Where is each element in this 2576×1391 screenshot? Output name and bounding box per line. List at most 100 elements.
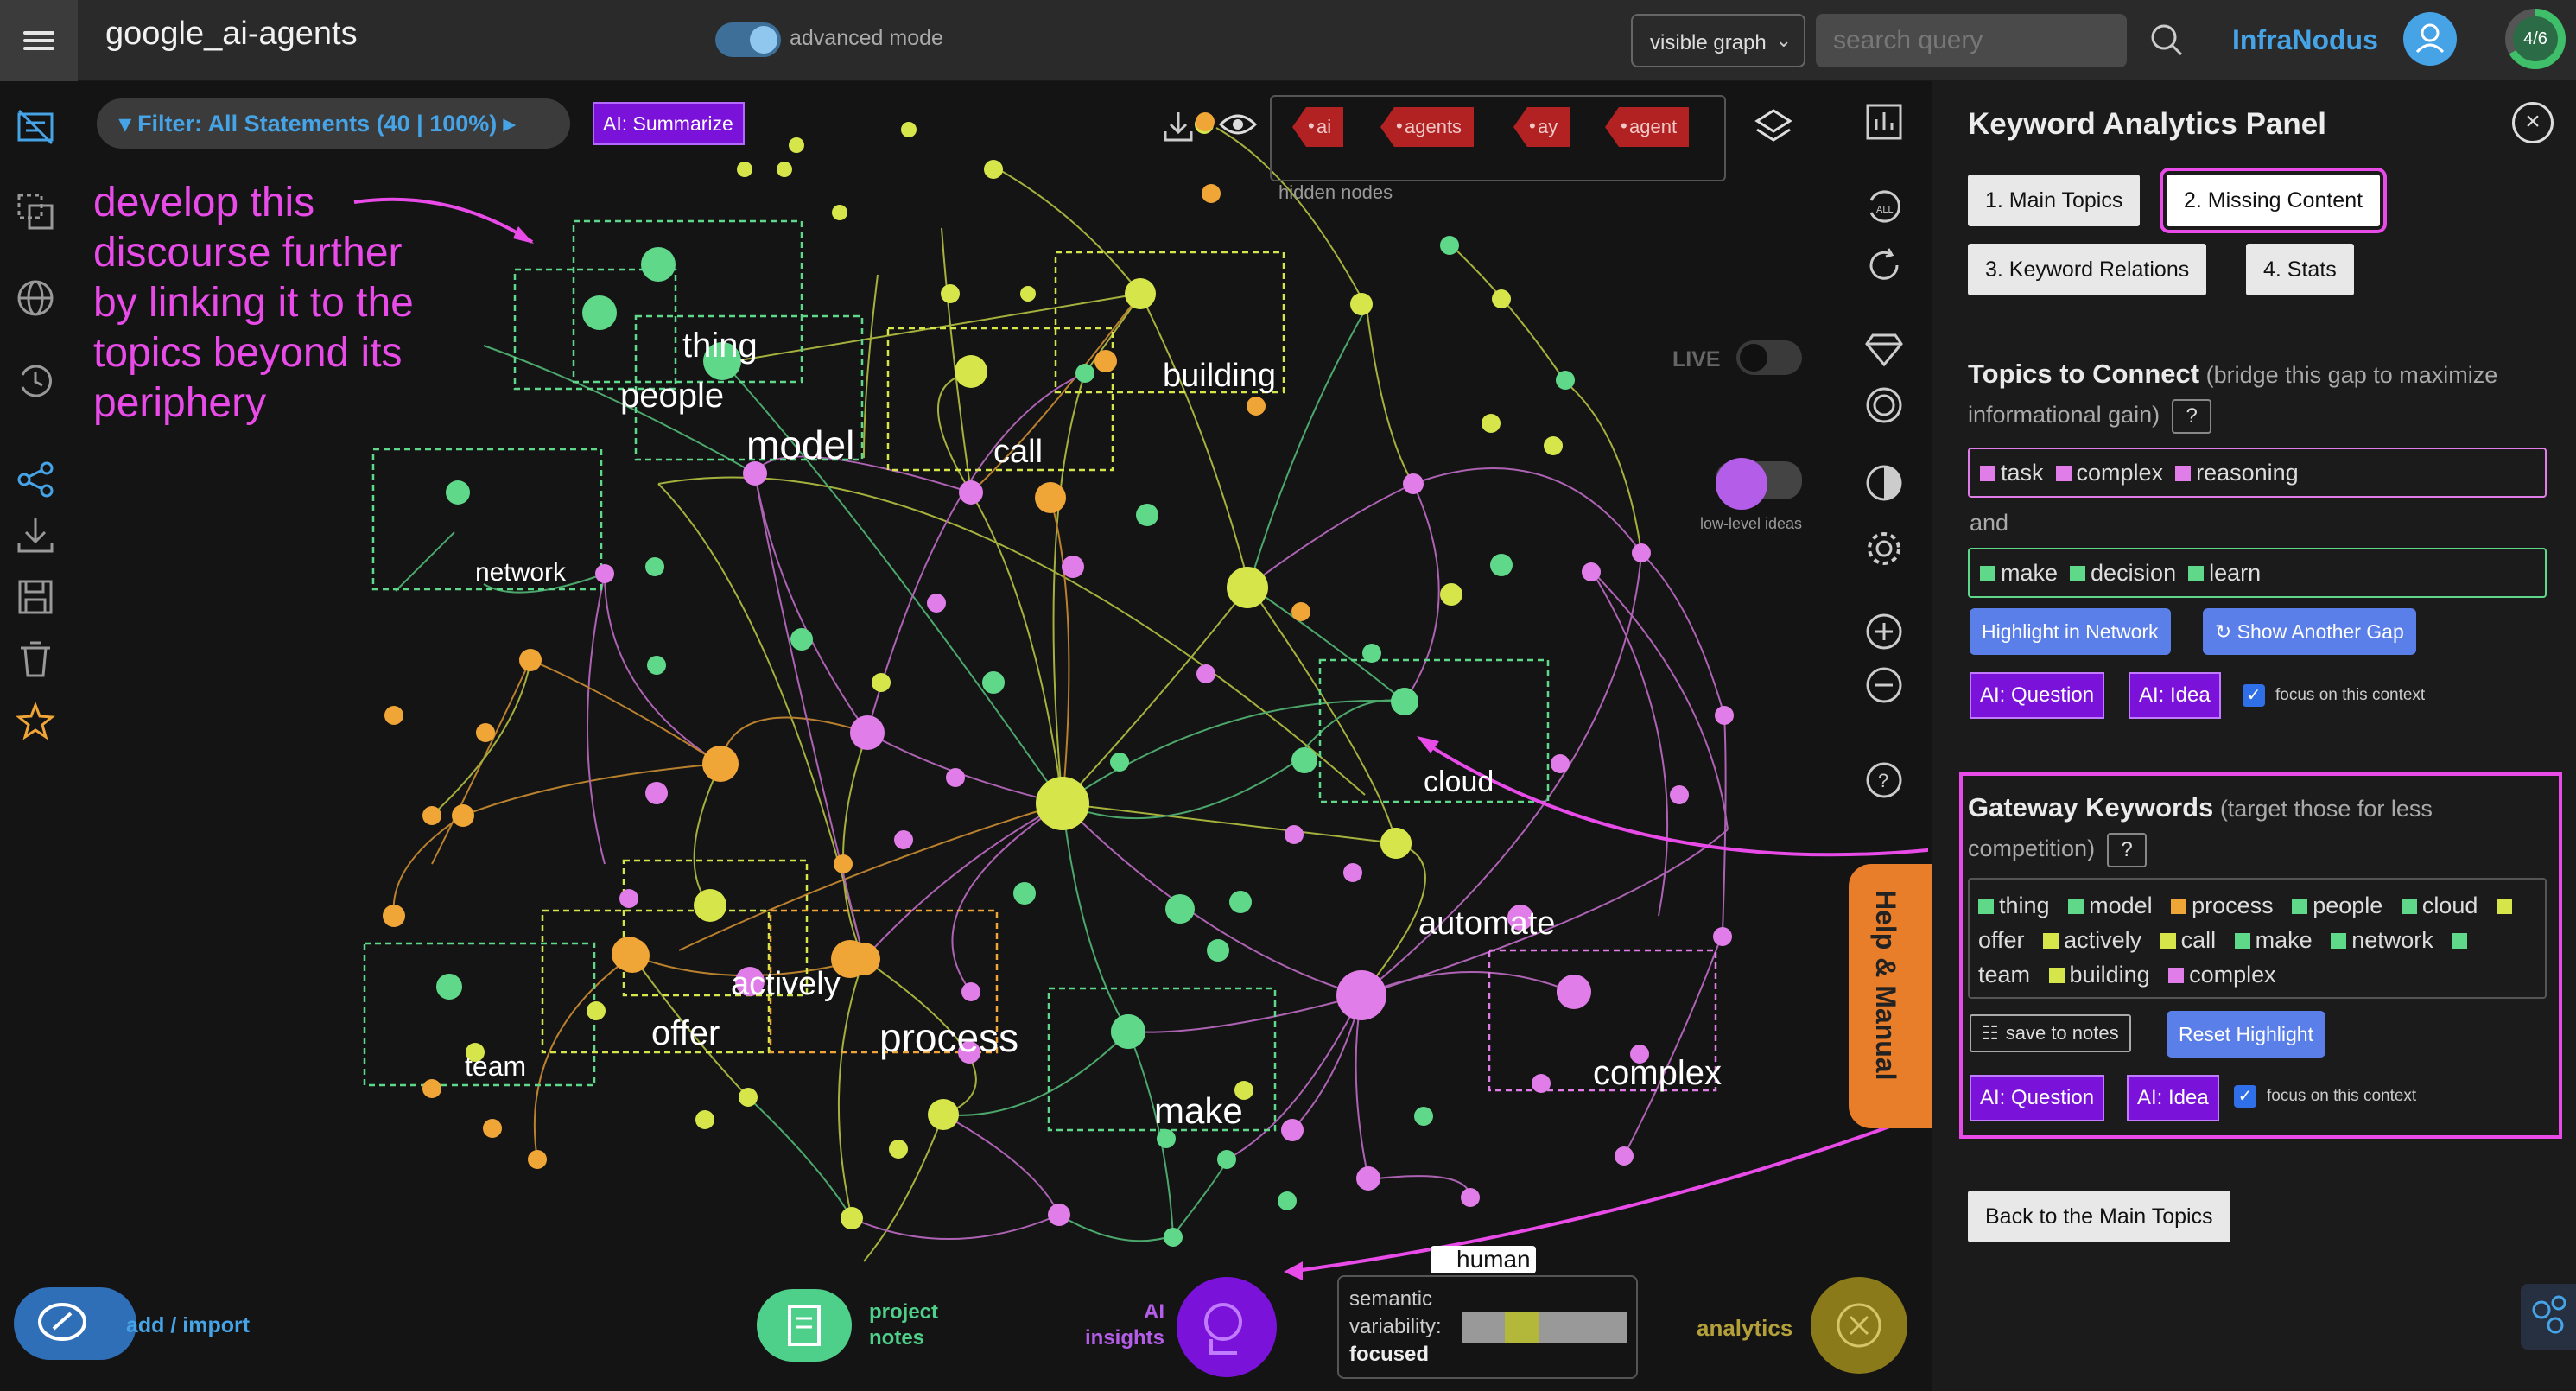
brand-logo[interactable]: InfraNodus <box>2232 24 2378 56</box>
node-label[interactable]: network <box>475 558 566 588</box>
hidden-nodes-label: hidden nodes <box>1278 181 1393 203</box>
ai-summarize-button[interactable]: AI: Summarize <box>593 102 745 145</box>
node-label-highlighted[interactable]: human <box>1431 1246 1536 1273</box>
node-label[interactable]: automate <box>1418 905 1555 943</box>
project-notes-button[interactable] <box>757 1289 852 1362</box>
save-icon[interactable] <box>16 577 55 617</box>
focus-context-checkbox[interactable]: ✓ <box>2243 684 2265 707</box>
node-label[interactable]: complex <box>1593 1054 1722 1093</box>
chevron-down-icon: ⌄ <box>1775 29 1792 51</box>
tab-missing-content[interactable]: 2. Missing Content <box>2159 168 2388 233</box>
project-notes-label[interactable]: project notes <box>869 1299 964 1351</box>
help-question-button[interactable]: ? <box>2107 832 2148 867</box>
globe-icon[interactable] <box>16 278 55 318</box>
live-toggle[interactable] <box>1736 340 1802 375</box>
gateway-heading: Gateway Keywords (target those for less … <box>1968 788 2555 868</box>
hidden-tag[interactable]: agent <box>1605 107 1690 147</box>
reset-highlight-button[interactable]: Reset Highlight <box>2167 1011 2325 1058</box>
svg-text:ALL: ALL <box>1876 205 1894 215</box>
svg-text:?: ? <box>1878 770 1888 791</box>
topic-group-1[interactable]: task complex reasoning <box>1968 448 2547 498</box>
low-level-label: low-level ideas <box>1700 515 1803 532</box>
zoom-in-icon[interactable] <box>1864 612 1904 651</box>
ai-question-button-2[interactable]: AI: Question <box>1970 1075 2105 1121</box>
filter-button[interactable]: ▾ Filter: All Statements (40 | 100%) ▸ <box>97 98 570 149</box>
gear-icon[interactable] <box>1864 529 1904 568</box>
stats-icon[interactable] <box>1864 102 1904 142</box>
focus-context-label: focus on this context <box>2275 686 2426 704</box>
topics-heading: Topics to Connect (bridge this gap to ma… <box>1968 354 2555 435</box>
zoom-out-icon[interactable] <box>1864 665 1904 705</box>
panel-title: Keyword Analytics Panel <box>1968 107 2326 141</box>
progress-indicator[interactable]: 4/6 <box>2505 9 2566 69</box>
search-icon[interactable] <box>2149 22 2184 57</box>
node-label[interactable]: model <box>746 422 854 468</box>
top-bar: google_ai-agents advanced mode visible g… <box>0 0 2576 81</box>
network-corner-icon[interactable] <box>2521 1284 2576 1350</box>
node-label[interactable]: call <box>993 434 1043 471</box>
eye-icon[interactable] <box>1218 111 1258 138</box>
node-label[interactable]: thing <box>682 327 758 365</box>
graph-view-select[interactable]: visible graph ⌄ <box>1631 14 1805 67</box>
analytics-close-icon[interactable] <box>1811 1277 1907 1374</box>
annotation-text: develop this discourse further by linkin… <box>93 180 414 426</box>
ai-idea-button-2[interactable]: AI: Idea <box>2127 1075 2219 1121</box>
contrast-icon[interactable] <box>1864 463 1904 503</box>
share-icon[interactable] <box>16 460 55 499</box>
highlight-in-network-button[interactable]: Highlight in Network <box>1970 608 2171 655</box>
circle-icon[interactable] <box>1864 385 1904 425</box>
topic-group-2[interactable]: make decision learn <box>1968 548 2547 598</box>
node-label[interactable]: actively <box>731 966 841 1003</box>
focus-context-checkbox-2[interactable]: ✓ <box>2234 1085 2256 1108</box>
node-label[interactable]: cloud <box>1424 765 1494 799</box>
reset-all-icon[interactable]: ALL <box>1864 187 1904 226</box>
select-area-icon[interactable] <box>16 192 55 232</box>
status-dot <box>1196 112 1215 131</box>
analytics-label[interactable]: analytics <box>1697 1315 1792 1342</box>
add-import-label[interactable]: add / import <box>126 1313 250 1338</box>
node-label[interactable]: people <box>620 377 724 416</box>
advanced-mode-toggle[interactable] <box>715 22 781 57</box>
close-icon[interactable]: × <box>2512 102 2554 143</box>
help-question-button[interactable]: ? <box>2172 398 2212 434</box>
user-avatar-icon[interactable] <box>2403 12 2457 66</box>
history-icon[interactable] <box>16 361 55 401</box>
ai-idea-button[interactable]: AI: Idea <box>2129 672 2221 719</box>
save-to-notes-button[interactable]: ☷ save to notes <box>1970 1014 2131 1052</box>
advanced-mode-label: advanced mode <box>790 26 943 50</box>
ai-question-button[interactable]: AI: Question <box>1970 672 2105 719</box>
download-icon[interactable] <box>16 515 55 555</box>
refresh-icon[interactable] <box>1864 245 1904 285</box>
hide-text-icon[interactable] <box>16 107 55 147</box>
trash-icon[interactable] <box>16 639 55 679</box>
hidden-tag[interactable]: agents <box>1380 107 1475 147</box>
menu-icon[interactable] <box>0 0 78 81</box>
ai-insights-label[interactable]: AI insights <box>1078 1299 1164 1351</box>
node-label[interactable]: make <box>1154 1090 1243 1132</box>
layers-icon[interactable] <box>1754 107 1793 147</box>
ai-insights-icon[interactable] <box>1177 1277 1277 1377</box>
node-label[interactable]: process <box>879 1014 1018 1061</box>
node-label[interactable]: team <box>465 1051 526 1083</box>
live-label: LIVE <box>1672 347 1721 372</box>
diamond-icon[interactable] <box>1864 328 1904 368</box>
low-level-ideas-icon[interactable] <box>1716 458 1767 510</box>
search-input[interactable] <box>1816 14 2127 67</box>
star-icon[interactable] <box>16 702 55 741</box>
node-label[interactable]: building <box>1163 358 1276 395</box>
show-another-gap-button[interactable]: ↻ Show Another Gap <box>2203 608 2416 655</box>
gateway-keywords-list[interactable]: thing model process people cloud offer a… <box>1968 878 2547 999</box>
tab-keyword-relations[interactable]: 3. Keyword Relations <box>1968 244 2207 295</box>
back-to-main-topics-button[interactable]: Back to the Main Topics <box>1968 1191 2230 1242</box>
help-icon[interactable]: ? <box>1864 760 1904 800</box>
export-icon[interactable] <box>1163 109 1194 143</box>
semantic-variability-label: semantic variability: focused <box>1349 1287 1442 1366</box>
tab-stats[interactable]: 4. Stats <box>2246 244 2354 295</box>
node-label[interactable]: offer <box>651 1014 720 1053</box>
page-title: google_ai-agents <box>105 16 358 52</box>
semantic-variability-fill <box>1505 1312 1539 1343</box>
and-label: and <box>1970 510 2009 536</box>
add-import-button[interactable] <box>14 1287 136 1360</box>
help-manual-label[interactable]: Help & Manual <box>1869 890 1901 1080</box>
tab-main-topics[interactable]: 1. Main Topics <box>1968 175 2141 226</box>
